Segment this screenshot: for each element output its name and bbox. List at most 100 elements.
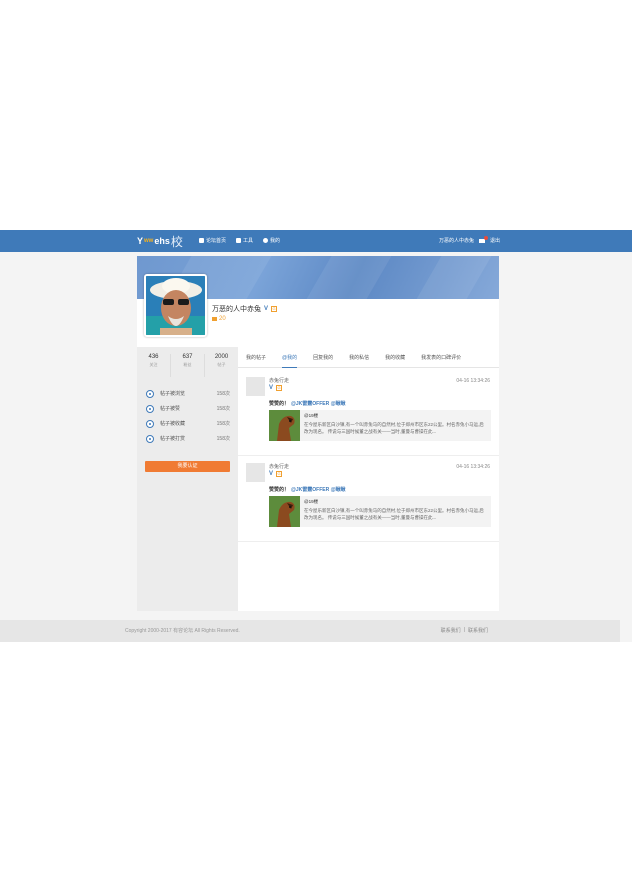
level-badge-icon: G [276,385,283,391]
nav-item-forum[interactable]: 论坛首页 [199,237,226,244]
stat-label: 关注 [149,362,158,367]
nav-username[interactable]: 万恶的人中赤兔 [439,237,474,244]
eye-icon [146,389,154,398]
metric-label: 帖子被赞 [160,406,181,412]
avatar[interactable] [246,463,265,482]
avatar[interactable] [144,274,207,337]
nav-item-tools[interactable]: 工具 [236,237,253,244]
footer-links: 联系我们 | 联系我们 [441,627,488,634]
tab-my-posts[interactable]: 我的帖子 [238,353,274,368]
quoted-post[interactable]: @19楼 在今屋乐新区白沙镇,有一个叫赤兔马的自然村,位于郑州市区东22公里。村… [269,496,491,527]
logout-link[interactable]: 退出 [490,237,500,244]
tab-favorites[interactable]: 我的收藏 [377,353,413,368]
logo-letter: Y [137,236,144,246]
grid-icon [236,238,242,243]
post-time: 04-16 13:34:26 [456,378,490,384]
metric-value: 158次 [216,391,230,397]
tab-messages[interactable]: 我的私信 [341,353,377,368]
tab-reviews[interactable]: 我发表的口碑评价 [413,353,469,368]
stat-label: 帖子 [217,362,226,367]
post-author[interactable]: 赤兔行走 [269,377,289,384]
user-icon [263,238,269,243]
top-nav: Y ww ehs 校 论坛首页 工具 我的 万恶的人中赤兔 退出 [0,230,632,252]
metrics-list: 帖子被浏览 158次 帖子被赞 158次 帖子被收藏 158次 帖子被打赏 15… [137,386,238,446]
verified-icon: V [269,471,274,477]
coin-icon [212,317,217,321]
post-mentions[interactable]: @JK雷霆OFFER @瞅瞅 [291,401,345,407]
level-badge-icon: G [276,471,283,477]
post-badges: V G [269,471,283,477]
stat-value: 637 [182,354,193,360]
metric-label: 帖子被打赏 [160,436,186,442]
nav-menu: 论坛首页 工具 我的 [199,237,280,244]
metric-favorites: 帖子被收藏 158次 [137,416,238,431]
tab-bar: 我的帖子 @我的 回复我的 我的私信 我的收藏 我发表的口碑评价 [238,353,499,368]
copyright: Copyright 2000-2017 有容论坛 All Rights Rese… [125,628,240,634]
verified-icon: V [264,306,269,312]
avatar[interactable] [246,377,265,396]
metric-likes: 帖子被赞 158次 [137,401,238,416]
logo-accent: ww [144,238,154,244]
metric-value: 158次 [216,436,230,442]
profile-name-row: 万恶的人中赤兔 V G [212,304,278,314]
list-item[interactable]: 赤兔行走 V G 04-16 13:34:26 赞赞的！ @JK雷霆OFFER @… [238,456,499,542]
quoted-post[interactable]: @19楼 在今屋乐新区白沙镇,有一个叫赤兔马的自然村,位于郑州市区东22公里。村… [269,410,491,441]
metric-label: 帖子被浏览 [160,391,186,397]
post-title-text: 赞赞的！ [269,487,290,493]
stat-posts[interactable]: 2000 帖子 [204,354,238,377]
post-title-text: 赞赞的！ [269,401,290,407]
footer-divider: | [463,627,465,633]
footer-link-contact[interactable]: 联系我们 [441,627,461,634]
avatar-photo [146,276,205,335]
logo[interactable]: Y ww ehs 校 [137,234,183,249]
nav-user-area: 万恶的人中赤兔 退出 [439,235,500,244]
quoted-text: 在今屋乐新区白沙镇,有一个叫赤兔马的自然村,位于郑州市区东22公里。村名赤兔小马… [304,422,484,434]
thumb-up-icon [146,404,154,413]
metric-value: 158次 [216,421,230,427]
post-title: 赞赞的！ @JK雷霆OFFER @瞅瞅 [269,400,346,407]
tab-mentions[interactable]: @我的 [274,353,305,368]
coin-row: 20 [212,316,226,322]
footer: Copyright 2000-2017 有容论坛 All Rights Rese… [0,620,620,642]
forum-icon [199,238,204,243]
stat-followers[interactable]: 637 粉丝 [170,354,204,377]
post-author[interactable]: 赤兔行走 [269,463,289,470]
metric-rewards: 帖子被打赏 158次 [137,431,238,446]
post-title: 赞赞的！ @JK雷霆OFFER @瞅瞅 [269,486,346,493]
nav-item-mine[interactable]: 我的 [263,237,280,244]
mention-list: 赤兔行走 V G 04-16 13:34:26 赞赞的！ @JK雷霆OFFER @… [238,370,499,542]
quoted-author: @19楼 [304,499,319,504]
metric-views: 帖子被浏览 158次 [137,386,238,401]
post-mentions[interactable]: @JK雷霆OFFER @瞅瞅 [291,487,345,493]
logo-text: ehs [154,236,170,246]
certify-button[interactable]: 我要认证 [145,461,230,472]
sidebar: 436 关注 637 粉丝 2000 帖子 帖子被浏览 158次 帖子被赞 15… [137,347,238,611]
page: Y ww ehs 校 论坛首页 工具 我的 万恶的人中赤兔 退出 万恶的人中赤兔… [0,0,632,873]
metric-value: 158次 [216,406,230,412]
quoted-author: @19楼 [304,413,319,418]
coin-count: 20 [219,316,226,322]
reward-icon [146,434,154,443]
stat-label: 粉丝 [183,362,192,367]
profile-container: 万恶的人中赤兔 V G 20 436 关注 637 粉丝 2000 帖子 帖子被… [137,256,499,611]
stat-value: 2000 [214,354,229,360]
profile-name: 万恶的人中赤兔 [212,306,261,313]
mail-icon[interactable] [478,235,488,243]
nav-item-label: 工具 [243,238,254,244]
nav-item-label: 论坛首页 [206,238,227,244]
metric-label: 帖子被收藏 [160,421,186,427]
quoted-text: 在今屋乐新区白沙镇,有一个叫赤兔马的自然村,位于郑州市区东22公里。村名赤兔小马… [304,508,484,520]
stat-value: 436 [148,354,159,360]
stat-following[interactable]: 436 关注 [137,354,170,377]
star-icon [146,419,154,428]
quoted-post-image [269,496,300,527]
footer-link-contact-2[interactable]: 联系我们 [468,627,488,634]
stats-row: 436 关注 637 粉丝 2000 帖子 [137,347,238,377]
tab-replies[interactable]: 回复我的 [305,353,341,368]
post-badges: V G [269,385,283,391]
notification-dot [483,235,488,240]
list-item[interactable]: 赤兔行走 V G 04-16 13:34:26 赞赞的！ @JK雷霆OFFER @… [238,370,499,456]
verified-icon: V [269,385,274,391]
level-badge-icon: G [271,306,278,312]
quoted-post-image [269,410,300,441]
